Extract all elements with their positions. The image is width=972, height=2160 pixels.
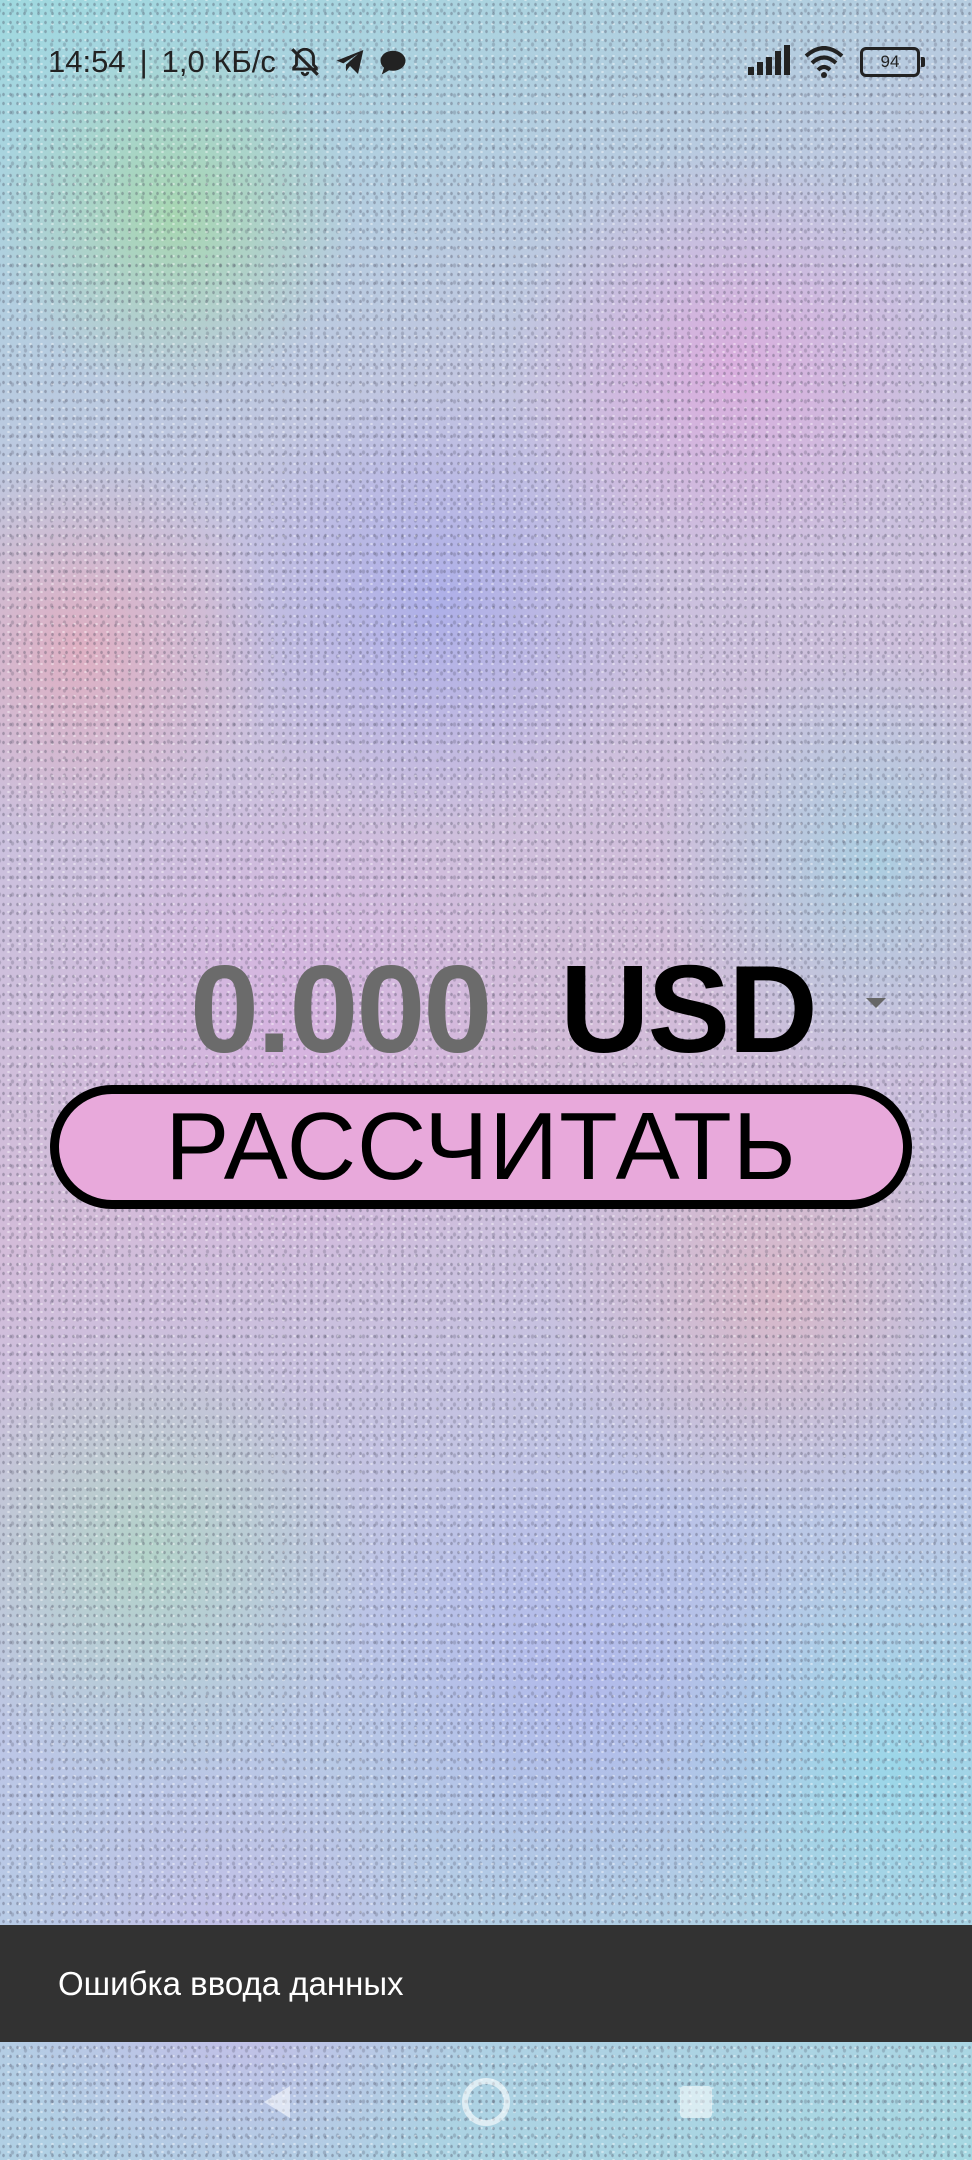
battery-icon: 94: [860, 47, 925, 77]
textured-background: [0, 0, 972, 2160]
home-icon[interactable]: [456, 2072, 516, 2132]
battery-level: 94: [880, 52, 900, 71]
amount-value: 0.000: [190, 941, 492, 1079]
currency-dropdown[interactable]: USD: [560, 940, 886, 1080]
status-bar: 14:54 | 1,0 КБ/с 94: [0, 0, 972, 120]
wifi-icon: [804, 46, 844, 78]
status-time: 14:54: [48, 44, 126, 79]
status-separator: |: [139, 44, 148, 79]
chat-bubble-icon: [378, 47, 408, 77]
status-net-speed: 1,0 КБ/с: [161, 44, 276, 79]
calculate-button[interactable]: РАССЧИТАТЬ: [50, 1085, 912, 1209]
navigation-bar: [0, 2042, 972, 2160]
app-screen: 14:54 | 1,0 КБ/с 94 0.000 USD РАССЧИТАТЬ…: [0, 0, 972, 2160]
notifications-off-icon: [288, 45, 322, 79]
signal-icon: [748, 44, 790, 80]
calculate-button-label: РАССЧИТАТЬ: [165, 1093, 797, 1200]
snackbar-message: Ошибка ввода данных: [58, 1964, 404, 2002]
status-bar-left: 14:54 | 1,0 КБ/с: [48, 40, 408, 84]
currency-label: USD: [560, 941, 818, 1079]
error-snackbar: Ошибка ввода данных: [0, 1925, 972, 2042]
conversion-result-row: 0.000 USD: [0, 940, 972, 1080]
recents-icon[interactable]: [666, 2072, 726, 2132]
telegram-icon: [334, 46, 366, 78]
dropdown-arrow-icon: [865, 998, 886, 1008]
status-bar-right: 94: [748, 40, 925, 84]
back-icon[interactable]: [246, 2072, 306, 2132]
